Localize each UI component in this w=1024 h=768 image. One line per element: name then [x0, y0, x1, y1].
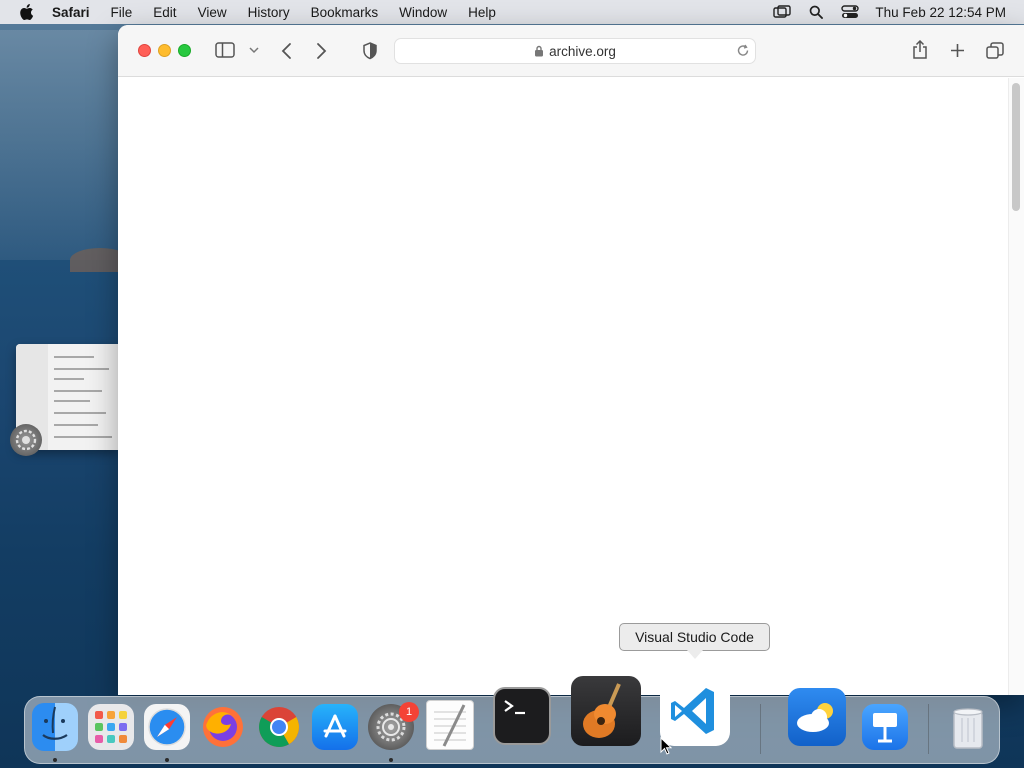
firefox-icon[interactable]: [200, 704, 246, 750]
window-minimize-button[interactable]: [158, 44, 171, 57]
dock-tooltip: Visual Studio Code: [619, 623, 770, 651]
menu-bar-status-area: Thu Feb 22 12:54 PM: [773, 0, 1006, 24]
weather-icon[interactable]: [788, 688, 846, 746]
mouse-cursor-icon: [660, 736, 673, 760]
garageband-icon[interactable]: [571, 676, 641, 746]
preview-line: [54, 356, 94, 358]
menu-bar-clock[interactable]: Thu Feb 22 12:54 PM: [875, 5, 1006, 20]
notification-badge: 1: [399, 702, 419, 722]
safari-window: archive.org: [118, 25, 1024, 695]
chrome-icon[interactable]: [256, 704, 302, 750]
menu-file[interactable]: File: [111, 5, 133, 20]
screen-mirroring-icon[interactable]: [773, 3, 792, 21]
address-bar-url: archive.org: [549, 43, 616, 59]
launchpad-icon[interactable]: [88, 704, 134, 750]
running-indicator-finder: [53, 758, 57, 762]
menu-app-name[interactable]: Safari: [52, 5, 90, 20]
preview-line: [54, 378, 84, 380]
window-zoom-button[interactable]: [178, 44, 191, 57]
textedit-icon[interactable]: [426, 700, 474, 750]
new-tab-icon[interactable]: [950, 43, 965, 58]
web-page-content[interactable]: [118, 78, 1024, 695]
running-indicator-system-settings: [389, 758, 393, 762]
running-indicator-safari: [165, 758, 169, 762]
tooltip-arrow: [687, 650, 703, 659]
safari-toolbar: archive.org: [118, 25, 1024, 77]
address-bar[interactable]: archive.org: [394, 38, 756, 64]
vscode-icon[interactable]: [660, 676, 730, 746]
back-button-icon[interactable]: [280, 42, 292, 60]
apple-menu-icon[interactable]: [18, 3, 36, 21]
desktop-wallpaper-cliff: [0, 30, 118, 260]
preview-line: [54, 400, 90, 402]
dock-separator: [760, 704, 761, 754]
system-settings-preview-icon: [10, 424, 42, 456]
window-close-button[interactable]: [138, 44, 151, 57]
dock-separator: [928, 704, 929, 754]
preview-line: [54, 436, 112, 438]
privacy-shield-icon[interactable]: [362, 42, 378, 60]
scrollbar-thumb[interactable]: [1012, 83, 1020, 211]
reload-icon[interactable]: [736, 44, 750, 58]
menu-bar: Safari File Edit View History Bookmarks …: [0, 0, 1024, 24]
menu-edit[interactable]: Edit: [153, 5, 176, 20]
forward-button-icon[interactable]: [316, 42, 328, 60]
preview-line: [54, 412, 106, 414]
tab-overview-icon[interactable]: [986, 42, 1004, 59]
preview-line: [54, 390, 102, 392]
lock-icon: [534, 45, 544, 57]
share-icon[interactable]: [912, 40, 928, 60]
preview-line: [54, 368, 109, 370]
menu-view[interactable]: View: [198, 5, 227, 20]
keynote-icon[interactable]: [862, 704, 908, 750]
terminal-icon[interactable]: [493, 687, 551, 745]
control-center-icon[interactable]: [841, 3, 860, 21]
menu-history[interactable]: History: [248, 5, 290, 20]
finder-icon[interactable]: [32, 703, 78, 751]
preview-line: [54, 424, 98, 426]
app-store-icon[interactable]: [312, 704, 358, 750]
menu-help[interactable]: Help: [468, 5, 496, 20]
menu-window[interactable]: Window: [399, 5, 447, 20]
menu-bookmarks[interactable]: Bookmarks: [311, 5, 379, 20]
sidebar-toggle-icon[interactable]: [215, 42, 235, 58]
trash-icon[interactable]: [946, 704, 990, 750]
chevron-down-icon[interactable]: [249, 47, 259, 54]
safari-dock-icon[interactable]: [144, 704, 190, 750]
spotlight-search-icon[interactable]: [807, 3, 825, 21]
